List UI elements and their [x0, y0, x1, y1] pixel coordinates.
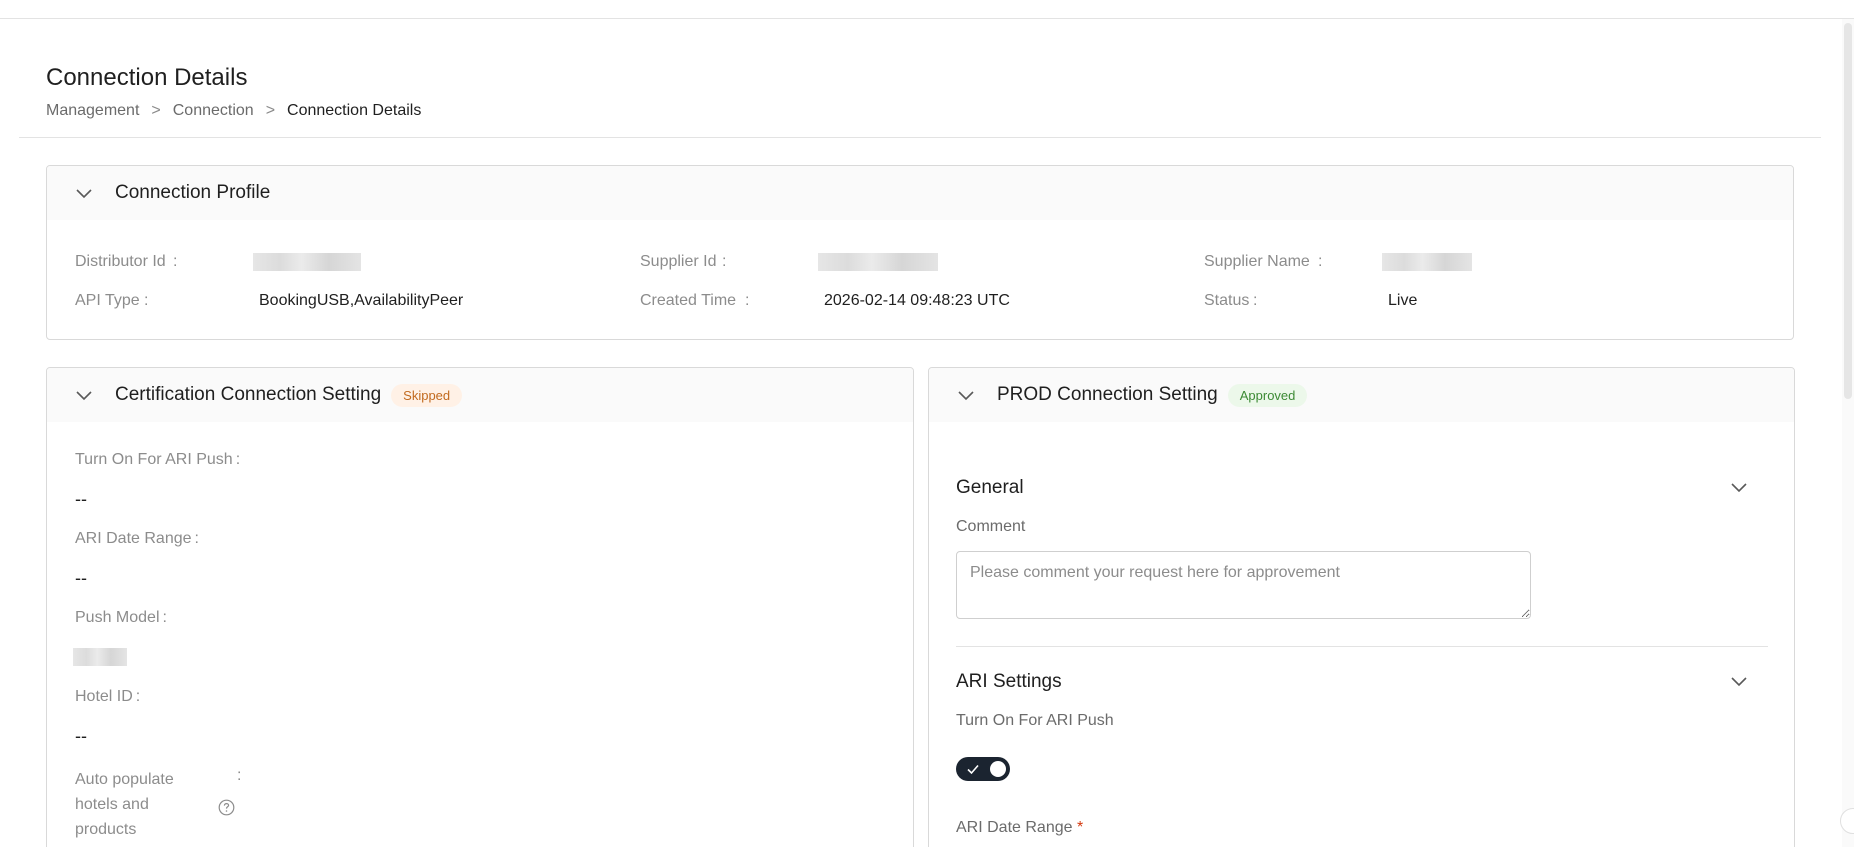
certification-setting-header[interactable]: Certification Connection Setting Skipped [47, 368, 913, 422]
connection-profile-fields: Distributor Id : Supplier Id : Supplier … [47, 220, 1793, 339]
ari-push-label: Turn On For ARI Push: [75, 451, 241, 468]
chevron-down-icon[interactable] [75, 386, 93, 404]
field-label: Created Time [640, 292, 737, 309]
push-model-value [73, 648, 127, 671]
field-label: Supplier Name [1204, 253, 1310, 270]
page-scrollbar[interactable] [1842, 19, 1854, 847]
field-label: Distributor Id [75, 253, 166, 270]
field-colon: : [722, 253, 727, 270]
section-divider [956, 646, 1768, 647]
scrollbar-thumb[interactable] [1844, 23, 1852, 399]
general-section-title: General [956, 477, 1024, 498]
ari-settings-title: ARI Settings [956, 671, 1062, 692]
header-divider [19, 137, 1821, 138]
ari-date-range-value: -- [75, 568, 87, 588]
ari-date-range-label: ARI Date Range: [75, 530, 199, 547]
breadcrumb: Management > Connection > Connection Det… [46, 102, 421, 120]
connection-profile-header[interactable]: Connection Profile [47, 166, 1793, 220]
created-time-value: 2026-02-14 09:48:23 UTC [824, 292, 1010, 309]
breadcrumb-separator: > [265, 102, 276, 119]
page-header: Connection Details Management > Connecti… [46, 64, 421, 120]
comment-textarea[interactable] [956, 551, 1531, 619]
field-colon: : [1253, 292, 1258, 309]
redacted-value [1382, 253, 1472, 271]
required-mark: * [1076, 819, 1084, 836]
breadcrumb-current: Connection Details [287, 102, 422, 119]
field-colon: : [1318, 253, 1323, 270]
supplier-name-value [1382, 253, 1472, 276]
hotel-id-value: -- [75, 726, 87, 746]
redacted-value [818, 253, 938, 271]
connection-profile-title: Connection Profile [115, 182, 271, 203]
question-circle-icon[interactable] [218, 799, 235, 816]
auto-populate-label: Auto populate hotels and products [75, 771, 174, 838]
field-colon: : [745, 292, 750, 309]
page-title: Connection Details [46, 64, 248, 91]
field-label: Supplier Id [640, 253, 717, 270]
ari-push-label: Turn On For ARI Push [956, 712, 1114, 729]
connection-profile-card: Connection Profile Distributor Id : Supp… [46, 165, 1794, 340]
distributor-id-value [253, 253, 361, 276]
ari-push-value: -- [75, 489, 87, 509]
field-colon: : [144, 292, 149, 309]
redacted-value [253, 253, 361, 271]
ari-date-range-label: ARI Date Range * [956, 819, 1084, 836]
prod-setting-body: General Comment ARI Settings Turn On For… [929, 368, 1794, 847]
certification-setting-title: Certification Connection Setting [115, 384, 382, 405]
chevron-down-icon[interactable] [1730, 478, 1748, 496]
status-value: Live [1388, 292, 1418, 309]
push-model-label: Push Model: [75, 609, 167, 626]
status-badge-skipped: Skipped [391, 383, 463, 407]
field-label: Status [1204, 292, 1250, 309]
field-colon: : [237, 767, 242, 784]
ari-push-toggle[interactable] [956, 757, 1010, 781]
comment-label: Comment [956, 518, 1026, 535]
chevron-down-icon[interactable] [75, 184, 93, 202]
chevron-down-icon[interactable] [1730, 672, 1748, 690]
breadcrumb-management[interactable]: Management [46, 102, 139, 120]
certification-setting-card: Certification Connection Setting Skipped… [46, 367, 914, 847]
hotel-id-label: Hotel ID: [75, 688, 141, 705]
top-bar [0, 0, 1854, 19]
toggle-knob [990, 761, 1006, 777]
field-colon: : [173, 253, 178, 270]
supplier-id-value [818, 253, 938, 276]
prod-setting-card: PROD Connection Setting Approved General… [928, 367, 1795, 847]
breadcrumb-separator: > [151, 102, 161, 119]
api-type-value: BookingUSB,AvailabilityPeer [259, 292, 464, 309]
field-label: API Type [75, 292, 140, 309]
breadcrumb-connection[interactable]: Connection [173, 102, 254, 120]
redacted-value [73, 648, 127, 666]
check-icon [967, 764, 979, 775]
